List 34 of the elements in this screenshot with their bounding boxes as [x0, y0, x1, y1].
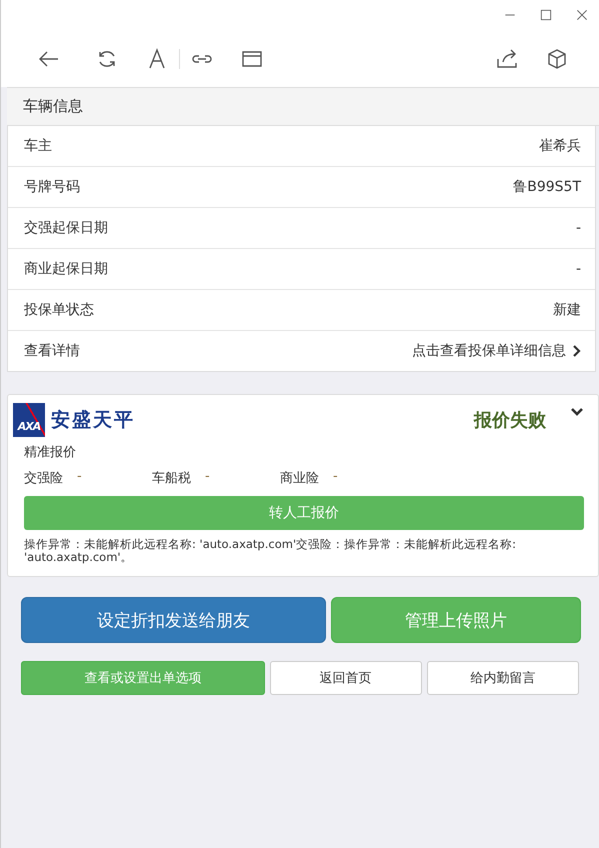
row-value: - [576, 220, 581, 236]
action-button[interactable]: 设定折扣发送给朋友 [21, 597, 326, 643]
row-value: 崔希兵 [539, 137, 581, 155]
details-link[interactable]: 点击查看投保单详细信息 [412, 342, 581, 360]
row-label: 商业起保日期 [24, 260, 108, 278]
row-label: 号牌号码 [24, 178, 80, 196]
row-value: 新建 [553, 301, 581, 319]
error-message: 操作异常：未能解析此远程名称: 'auto.axatp.com'交强险：操作异常：未能解析此远程名称: 'auto.axatp.com'。 [24, 538, 517, 564]
premium-value: - [333, 469, 338, 486]
row-value: 鲁B99S5T [513, 178, 581, 196]
action-button[interactable]: 管理上传照片 [330, 597, 581, 643]
row-value: - [576, 261, 581, 277]
row-label: 投保单状态 [24, 301, 94, 319]
chevron-down-icon[interactable] [570, 407, 584, 417]
action-button[interactable]: 返回首页 [270, 661, 422, 695]
share-icon[interactable] [495, 46, 519, 70]
section-title: 车辆信息 [7, 87, 599, 126]
premium-value: - [77, 469, 82, 486]
manual-quote-button[interactable]: 转人工报价 [24, 496, 584, 530]
premium-label: 商业险 [280, 470, 319, 487]
row-label: 车主 [24, 137, 52, 155]
close-icon[interactable] [575, 8, 589, 22]
action-button[interactable]: 给内勤留言 [426, 661, 579, 695]
company-name: 安盛天平 [51, 408, 135, 433]
row-label: 交强起保日期 [24, 219, 108, 237]
chevron-right-icon [572, 345, 581, 357]
row-label: 查看详情 [24, 342, 80, 360]
premium-label: 交强险 [24, 470, 63, 487]
premium-label: 车船税 [152, 470, 191, 487]
quote-status: 报价失败 [474, 409, 546, 432]
action-button[interactable]: 查看或设置出单选项 [21, 661, 264, 695]
premium-value: - [205, 469, 210, 486]
maximize-icon[interactable] [539, 8, 553, 22]
quote-type: 精准报价 [24, 444, 77, 461]
